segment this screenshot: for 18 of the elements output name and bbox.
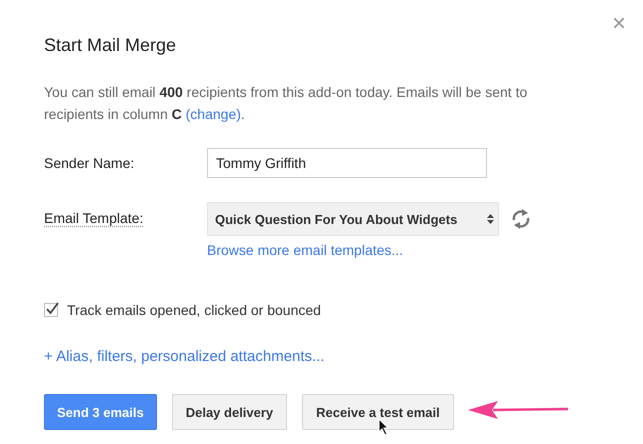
track-checkbox[interactable]: [44, 303, 58, 317]
notice-text: You can still email 400 recipients from this add-on today. Emails will be sent to recipients in column C (change).: [44, 83, 528, 124]
template-dropdown[interactable]: Quick Question For You About Widgets: [207, 202, 499, 236]
action-button[interactable]: Send 3 emails: [44, 394, 157, 430]
options-link[interactable]: + Alias, filters, personalized attachments...: [44, 348, 325, 365]
field-label: Email Template:: [44, 210, 144, 226]
close-button[interactable]: ×: [612, 14, 626, 34]
action-button[interactable]: Delay delivery: [172, 394, 288, 430]
action-button[interactable]: Receive a test email: [302, 394, 454, 430]
browse-templates-link[interactable]: Browse more email templates...: [207, 242, 532, 258]
refresh-icon[interactable]: [510, 207, 532, 231]
cursor-icon: [378, 418, 390, 436]
field-label: Sender Name:: [44, 155, 136, 171]
change-link[interactable]: (change): [186, 106, 241, 122]
checkbox-label: Track emails opened, clicked or bounced: [67, 302, 321, 318]
sort-arrows-icon: [486, 213, 495, 225]
sender-name-field[interactable]: Tommy Griffith: [207, 148, 487, 178]
dialog-title: Start Mail Merge: [44, 35, 178, 57]
